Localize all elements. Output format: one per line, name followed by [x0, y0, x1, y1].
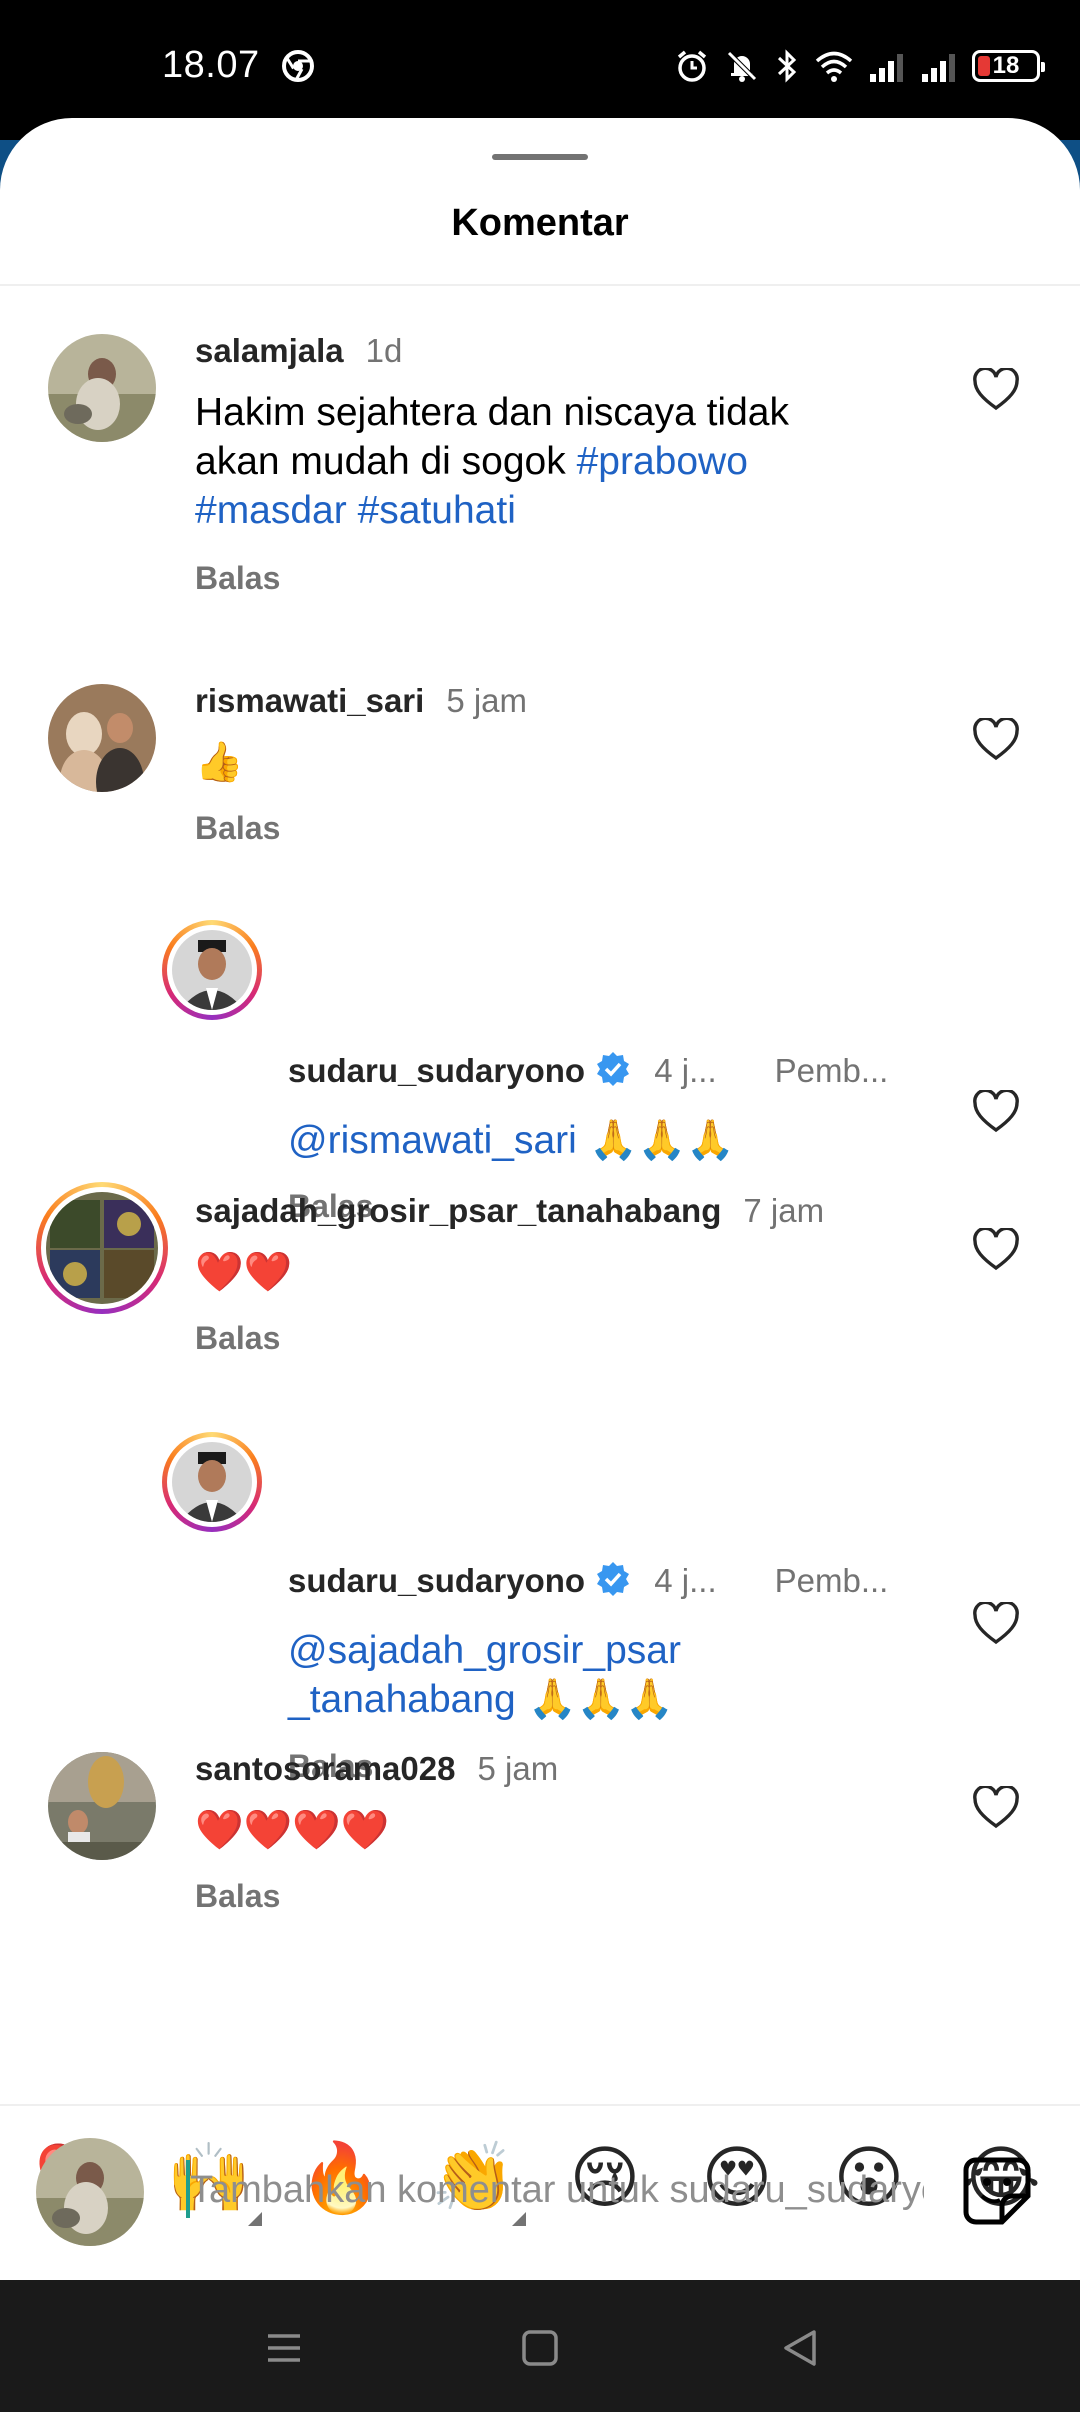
verified-badge-icon	[597, 1562, 630, 1596]
comment-text: Hakim sejahtera dan niscaya tidak akan m…	[195, 391, 789, 532]
sheet-title: Komentar	[451, 202, 629, 244]
avatar[interactable]	[48, 684, 156, 792]
comment-text: ❤️❤️❤️❤️	[195, 1808, 390, 1853]
hashtag-link[interactable]: #prabowo	[577, 440, 748, 483]
divider	[0, 2104, 1080, 2106]
comment-header: sudaru_sudaryono 4 j... Pemb...	[288, 1560, 888, 1600]
signal-icon	[870, 54, 903, 82]
avatar	[46, 1192, 158, 1304]
comment-time: 1d	[365, 332, 403, 369]
avatar[interactable]	[48, 1752, 156, 1860]
avatar-story-ring[interactable]	[162, 1432, 262, 1532]
sticker-icon[interactable]	[962, 2156, 1032, 2226]
hashtag-link[interactable]: #masdar	[195, 489, 347, 532]
comment-username[interactable]: sudaru_sudaryono	[288, 1560, 632, 1600]
comment-username[interactable]: sudaru_sudaryono	[288, 1050, 632, 1090]
comment-time: 4 j...	[654, 1562, 717, 1599]
battery-icon: 18	[972, 50, 1045, 82]
comment-header: salamjala 1d	[195, 332, 402, 370]
comment-username[interactable]: santosorama028	[195, 1750, 455, 1788]
avatar-story-ring[interactable]	[162, 920, 262, 1020]
signal-icon	[922, 54, 955, 82]
comment-text: @sajadah_grosir_psar _tanahabang 🙏🙏🙏	[288, 1626, 908, 1724]
comment-text: ❤️❤️	[195, 1250, 293, 1295]
alarm-icon	[677, 50, 707, 82]
verified-badge-icon	[597, 1052, 630, 1086]
like-heart-icon[interactable]	[972, 368, 1020, 412]
recents-menu-icon[interactable]	[260, 2324, 308, 2372]
like-heart-icon[interactable]	[972, 1786, 1020, 1830]
comment-text: @rismawati_sari 🙏🙏🙏	[288, 1118, 735, 1163]
avatar	[172, 1442, 252, 1522]
status-icons: 18	[674, 46, 1045, 86]
current-user-avatar	[36, 2138, 144, 2246]
divider	[0, 284, 1080, 286]
reply-button[interactable]: Balas	[195, 810, 280, 847]
system-navigation-bar	[0, 2280, 1080, 2412]
reply-button[interactable]: Balas	[195, 560, 280, 597]
like-heart-icon[interactable]	[972, 1602, 1020, 1646]
back-triangle-icon[interactable]	[776, 2324, 824, 2372]
home-square-icon[interactable]	[516, 2324, 564, 2372]
comment-header: sajadah_grosir_psar_tanahabang 7 jam	[195, 1192, 824, 1230]
mention-link[interactable]: @sajadah_grosir_psar	[288, 1626, 908, 1675]
battery-level: 18	[992, 52, 1020, 79]
avatar[interactable]	[48, 334, 156, 442]
comment-header: sudaru_sudaryono 4 j... Pemb...	[288, 1050, 888, 1090]
comment-username[interactable]: sajadah_grosir_psar_tanahabang	[195, 1192, 721, 1230]
avatar	[172, 930, 252, 1010]
comment-label: Pemb...	[774, 1562, 889, 1599]
like-heart-icon[interactable]	[972, 1228, 1020, 1272]
comment-username[interactable]: rismawati_sari	[195, 682, 424, 720]
mute-icon	[727, 51, 757, 82]
wifi-icon	[815, 51, 853, 82]
like-heart-icon[interactable]	[972, 718, 1020, 762]
sheet-drag-handle[interactable]	[492, 154, 588, 160]
status-time: 18.07	[162, 44, 260, 86]
comment-username[interactable]: salamjala	[195, 332, 344, 370]
mention-link[interactable]: _tanahabang	[288, 1678, 516, 1721]
comment-input[interactable]: Tambahkan komentar untuk sudaru_sudaryon…	[190, 2158, 924, 2222]
comment-time: 5 jam	[446, 682, 528, 719]
comment-header: santosorama028 5 jam	[195, 1750, 558, 1788]
comment-label: Pemb...	[774, 1052, 889, 1089]
comment-time: 4 j...	[654, 1052, 717, 1089]
comment-time: 7 jam	[743, 1192, 825, 1229]
mention-link[interactable]: @rismawati_sari	[288, 1119, 577, 1162]
comment-header: rismawati_sari 5 jam	[195, 682, 527, 720]
comment-time: 5 jam	[477, 1750, 559, 1787]
comment-text: 👍	[195, 740, 244, 785]
avatar-story-ring[interactable]	[36, 1182, 168, 1314]
comments-sheet: Komentar salamjala 1d Hakim sejahtera da…	[0, 118, 1080, 2280]
reply-button[interactable]: Balas	[195, 1320, 280, 1357]
reply-button[interactable]: Balas	[195, 1878, 280, 1915]
bluetooth-icon	[777, 49, 797, 83]
hashtag-link[interactable]: #satuhati	[358, 489, 516, 532]
like-heart-icon[interactable]	[972, 1090, 1020, 1134]
chrome-icon	[282, 50, 314, 82]
